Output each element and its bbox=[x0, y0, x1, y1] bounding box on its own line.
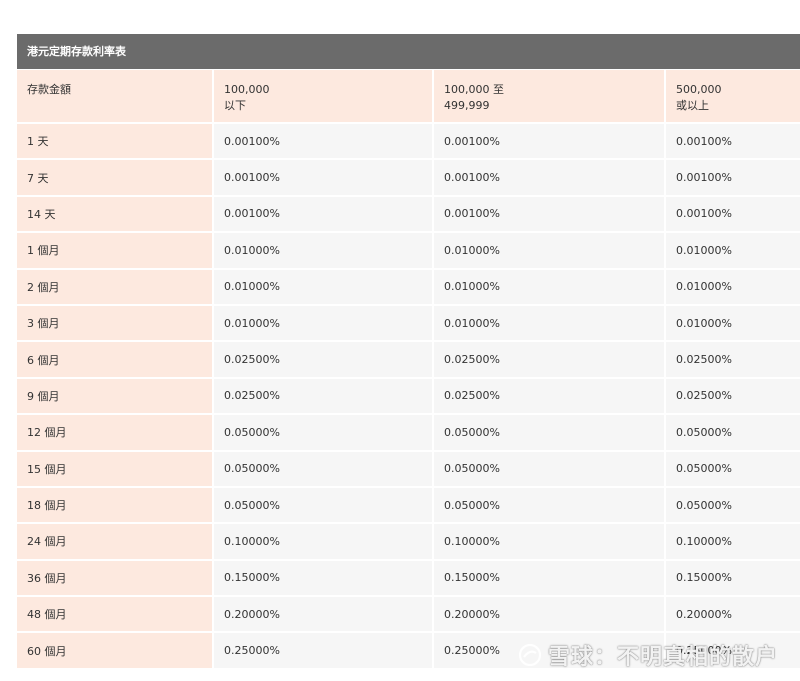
rate-cell: 0.05000% bbox=[434, 451, 666, 486]
rate-cell: 0.15000% bbox=[666, 560, 800, 596]
table-row: 12 個月 0.05000% 0.05000% 0.05000% bbox=[17, 415, 800, 452]
header-sublabel: 以下 bbox=[224, 99, 246, 112]
header-tier-3: 500,000 或以上 bbox=[666, 70, 800, 122]
rate-cell: 0.00100% bbox=[666, 124, 800, 159]
header-label: 存款金額 bbox=[27, 83, 71, 96]
rate-cell: 0.00100% bbox=[434, 160, 666, 195]
term-cell: 3 個月 bbox=[17, 305, 214, 341]
term-cell: 1 天 bbox=[17, 124, 214, 159]
snowball-logo-icon bbox=[518, 643, 542, 667]
term-cell: 9 個月 bbox=[17, 378, 214, 414]
rate-cell: 0.05000% bbox=[666, 451, 800, 486]
term-cell: 48 個月 bbox=[17, 597, 214, 632]
rate-cell: 0.00100% bbox=[666, 196, 800, 232]
header-label: 100,000 bbox=[224, 83, 270, 96]
hkd-time-deposit-rate-table: 港元定期存款利率表 存款金額 100,000 以下 100,000 至 499,… bbox=[17, 34, 800, 670]
table-row: 18 個月 0.05000% 0.05000% 0.05000% bbox=[17, 487, 800, 525]
rate-cell: 0.02500% bbox=[214, 342, 434, 377]
rate-cell: 0.10000% bbox=[214, 524, 434, 559]
rate-cell: 0.10000% bbox=[434, 524, 666, 559]
term-cell: 14 天 bbox=[17, 196, 214, 232]
rate-cell: 0.01000% bbox=[214, 305, 434, 341]
rate-cell: 0.00100% bbox=[214, 124, 434, 159]
rate-cell: 0.01000% bbox=[666, 233, 800, 268]
rate-cell: 0.15000% bbox=[214, 560, 434, 596]
header-label: 500,000 bbox=[676, 83, 722, 96]
term-cell: 2 個月 bbox=[17, 269, 214, 304]
header-label: 100,000 至 bbox=[444, 83, 504, 96]
rate-cell: 0.00100% bbox=[214, 160, 434, 195]
rate-cell: 0.02500% bbox=[434, 378, 666, 414]
term-cell: 36 個月 bbox=[17, 560, 214, 596]
rate-cell: 0.05000% bbox=[434, 415, 666, 450]
table-row: 36 個月 0.15000% 0.15000% 0.15000% bbox=[17, 560, 800, 598]
rate-cell: 0.00100% bbox=[214, 196, 434, 232]
rate-cell: 0.05000% bbox=[214, 415, 434, 450]
rate-cell: 0.01000% bbox=[434, 233, 666, 268]
rate-cell: 0.05000% bbox=[666, 415, 800, 450]
rate-cell: 0.02500% bbox=[214, 378, 434, 414]
term-cell: 12 個月 bbox=[17, 415, 214, 450]
header-tier-1: 100,000 以下 bbox=[214, 70, 434, 122]
rate-cell: 0.10000% bbox=[666, 524, 800, 559]
rate-cell: 0.01000% bbox=[214, 233, 434, 268]
rate-cell: 0.05000% bbox=[214, 487, 434, 523]
table-row: 14 天 0.00100% 0.00100% 0.00100% bbox=[17, 196, 800, 234]
rate-cell: 0.00100% bbox=[434, 196, 666, 232]
table-row: 6 個月 0.02500% 0.02500% 0.02500% bbox=[17, 342, 800, 379]
header-deposit-amount: 存款金額 bbox=[17, 70, 214, 122]
rate-cell: 0.02500% bbox=[666, 378, 800, 414]
rate-cell: 0.20000% bbox=[434, 597, 666, 632]
header-sublabel: 499,999 bbox=[444, 99, 490, 112]
table-row: 2 個月 0.01000% 0.01000% 0.01000% bbox=[17, 269, 800, 306]
table-row: 1 個月 0.01000% 0.01000% 0.01000% bbox=[17, 233, 800, 270]
header-sublabel: 或以上 bbox=[676, 99, 709, 112]
term-cell: 7 天 bbox=[17, 160, 214, 195]
table-row: 1 天 0.00100% 0.00100% 0.00100% bbox=[17, 124, 800, 161]
rate-cell: 0.05000% bbox=[666, 487, 800, 523]
term-cell: 6 個月 bbox=[17, 342, 214, 377]
rate-cell: 0.01000% bbox=[666, 305, 800, 341]
rate-cell: 0.01000% bbox=[214, 269, 434, 304]
rate-cell: 0.00100% bbox=[434, 124, 666, 159]
rate-cell: 0.05000% bbox=[434, 487, 666, 523]
rate-cell: 0.02500% bbox=[434, 342, 666, 377]
page: 港元定期存款利率表 存款金額 100,000 以下 100,000 至 499,… bbox=[0, 0, 800, 681]
table-row: 3 個月 0.01000% 0.01000% 0.01000% bbox=[17, 305, 800, 343]
rate-cell: 0.05000% bbox=[214, 451, 434, 486]
rate-cell: 0.01000% bbox=[666, 269, 800, 304]
rate-cell: 0.01000% bbox=[434, 269, 666, 304]
table-row: 7 天 0.00100% 0.00100% 0.00100% bbox=[17, 160, 800, 197]
table-title: 港元定期存款利率表 bbox=[17, 34, 800, 70]
rate-cell: 0.20000% bbox=[666, 597, 800, 632]
term-cell: 60 個月 bbox=[17, 633, 214, 668]
table-row: 15 個月 0.05000% 0.05000% 0.05000% bbox=[17, 451, 800, 488]
rate-cell: 0.25000% bbox=[214, 633, 434, 668]
rate-cell: 0.00100% bbox=[666, 160, 800, 195]
term-cell: 18 個月 bbox=[17, 487, 214, 523]
table-row: 9 個月 0.02500% 0.02500% 0.02500% bbox=[17, 378, 800, 416]
rate-cell: 0.01000% bbox=[434, 305, 666, 341]
term-cell: 1 個月 bbox=[17, 233, 214, 268]
rate-cell: 0.15000% bbox=[434, 560, 666, 596]
table-header-row: 存款金額 100,000 以下 100,000 至 499,999 500,00… bbox=[17, 70, 800, 124]
term-cell: 24 個月 bbox=[17, 524, 214, 559]
table-body: 1 天 0.00100% 0.00100% 0.00100% 7 天 0.00100% 0.… bbox=[17, 124, 800, 670]
term-cell: 15 個月 bbox=[17, 451, 214, 486]
table-row: 24 個月 0.10000% 0.10000% 0.10000% bbox=[17, 524, 800, 561]
table-row: 48 個月 0.20000% 0.20000% 0.20000% bbox=[17, 597, 800, 634]
header-tier-2: 100,000 至 499,999 bbox=[434, 70, 666, 122]
watermark: 雪球：不明真相的散户 bbox=[518, 640, 778, 670]
rate-cell: 0.02500% bbox=[666, 342, 800, 377]
watermark-text: 雪球：不明真相的散户 bbox=[547, 645, 778, 670]
rate-cell: 0.20000% bbox=[214, 597, 434, 632]
